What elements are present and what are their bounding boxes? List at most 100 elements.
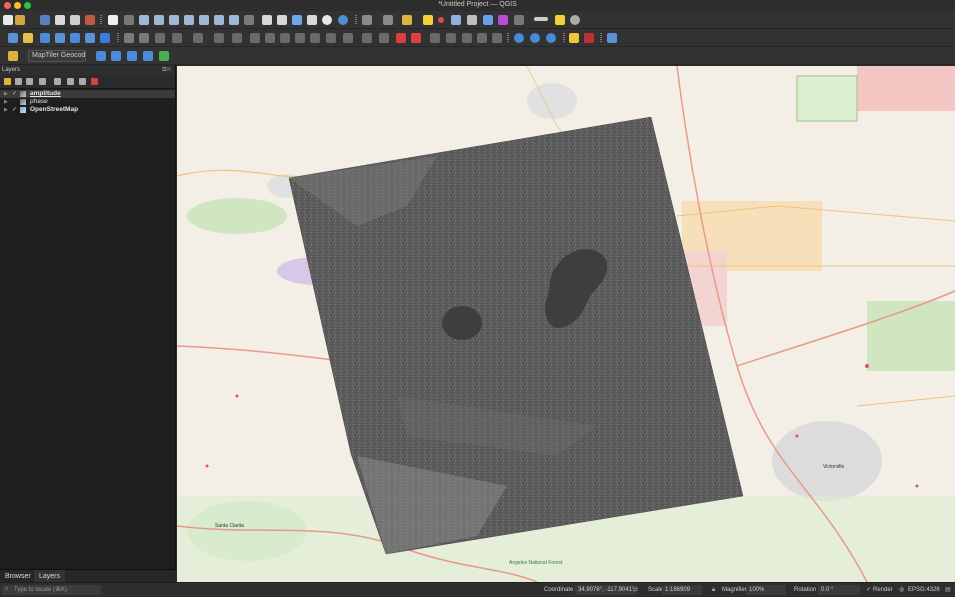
- new-project-icon[interactable]: [3, 15, 13, 25]
- new-shapefile-icon[interactable]: [40, 33, 50, 43]
- move-label-icon[interactable]: [343, 33, 353, 43]
- open-layer-styling-icon[interactable]: [4, 78, 11, 85]
- expand-arrow-icon[interactable]: ▶: [4, 106, 8, 114]
- pan-to-selection-icon[interactable]: [124, 15, 134, 25]
- layer-visibility-checkbox[interactable]: ✓: [12, 106, 17, 114]
- rotate-label-icon[interactable]: [362, 33, 372, 43]
- redo-icon[interactable]: [310, 33, 320, 43]
- zoom-last-icon[interactable]: [229, 15, 239, 25]
- filter-legend-icon[interactable]: [39, 78, 46, 85]
- field-calculator-icon[interactable]: [467, 15, 477, 25]
- zoom-next-icon[interactable]: [244, 15, 254, 25]
- zoom-full-icon[interactable]: [169, 15, 179, 25]
- current-edits-icon[interactable]: [124, 33, 134, 43]
- layer-row-amplitude[interactable]: ▶ ✓ amplitude: [0, 90, 175, 98]
- html-export-icon[interactable]: [127, 51, 137, 61]
- show-hide-labels-icon[interactable]: [411, 33, 421, 43]
- identify-icon[interactable]: [451, 15, 461, 25]
- metasearch-icon[interactable]: [546, 33, 556, 43]
- paste-features-icon[interactable]: [280, 33, 290, 43]
- rotation-field[interactable]: 0.0 °: [818, 585, 860, 595]
- remove-layer-icon[interactable]: [91, 78, 98, 85]
- save-project-icon[interactable]: [40, 15, 50, 25]
- measure-icon[interactable]: [514, 15, 524, 25]
- select-features-icon[interactable]: [402, 15, 412, 25]
- refresh-icon[interactable]: [338, 15, 348, 25]
- globe-icon[interactable]: [514, 33, 524, 43]
- deselect-icon[interactable]: [423, 15, 433, 25]
- new-map-view-icon[interactable]: [262, 15, 272, 25]
- collapse-all-icon[interactable]: [79, 78, 86, 85]
- help-icon[interactable]: [607, 33, 617, 43]
- new-3d-view-icon[interactable]: [277, 15, 287, 25]
- pan-map-icon[interactable]: [108, 15, 118, 25]
- zoom-in-icon[interactable]: [139, 15, 149, 25]
- processing-toolbox-icon[interactable]: [483, 15, 493, 25]
- kml-import-icon[interactable]: [111, 51, 121, 61]
- web-services-icon[interactable]: [530, 33, 540, 43]
- new-spatialite-icon[interactable]: [55, 33, 65, 43]
- move-diagram-icon[interactable]: [477, 33, 487, 43]
- toggle-editing-icon[interactable]: [139, 33, 149, 43]
- panel-close-icon[interactable]: ⧉✕: [162, 65, 171, 75]
- xyz-export-icon[interactable]: [143, 51, 153, 61]
- zoom-selection-icon[interactable]: [184, 15, 194, 25]
- plugin-icon[interactable]: [584, 33, 594, 43]
- crs-button[interactable]: EPSG:4326: [908, 583, 940, 597]
- label-properties-icon[interactable]: [446, 33, 456, 43]
- python-console-icon[interactable]: [569, 33, 579, 43]
- new-print-layout-icon[interactable]: [55, 15, 65, 25]
- new-geopackage-icon[interactable]: [23, 33, 33, 43]
- add-group-icon[interactable]: [15, 78, 22, 85]
- annotation-icon[interactable]: [492, 33, 502, 43]
- add-layer-icon[interactable]: [100, 33, 110, 43]
- new-virtual-layer-icon[interactable]: [70, 33, 80, 43]
- layer-row-openstreetmap[interactable]: ▶ ✓ OpenStreetMap: [0, 106, 175, 114]
- layer-row-phase[interactable]: ▶ phase: [0, 98, 175, 106]
- expand-arrow-icon[interactable]: ▶: [4, 90, 8, 98]
- messages-icon[interactable]: ▤: [945, 583, 951, 597]
- expand-all-icon[interactable]: [67, 78, 74, 85]
- modify-attributes-icon[interactable]: [214, 33, 224, 43]
- copy-features-icon[interactable]: [265, 33, 275, 43]
- bookmark-icon[interactable]: [292, 15, 302, 25]
- locator-search-input[interactable]: Type to locate (⌘K): [2, 585, 101, 595]
- map-export-icon[interactable]: [159, 51, 169, 61]
- map-tips-icon[interactable]: [555, 15, 565, 25]
- zoom-native-icon[interactable]: [214, 15, 224, 25]
- zoom-out-icon[interactable]: [154, 15, 164, 25]
- coordinate-field[interactable]: 34.9078°, -117.9041°: [575, 585, 638, 595]
- kml-export-icon[interactable]: [96, 51, 106, 61]
- locate-icon[interactable]: [570, 15, 580, 25]
- geocoder-icon[interactable]: [8, 51, 18, 61]
- open-project-icon[interactable]: [15, 15, 25, 25]
- delete-selected-icon[interactable]: [232, 33, 242, 43]
- geocoder-search-field[interactable]: MapTiler Geocodi...: [28, 50, 86, 62]
- filter-expression-icon[interactable]: [54, 78, 61, 85]
- render-checkbox[interactable]: ✓: [866, 583, 871, 597]
- open-attribute-table-icon[interactable]: [383, 15, 393, 25]
- show-bookmarks-icon[interactable]: [307, 15, 317, 25]
- style-manager-icon[interactable]: [85, 15, 95, 25]
- data-source-manager-icon[interactable]: [8, 33, 18, 43]
- scale-field[interactable]: 1:186909: [662, 585, 702, 595]
- lock-scale-icon[interactable]: 🔒︎: [712, 583, 715, 597]
- magnifier-field[interactable]: 100%: [746, 585, 786, 595]
- expand-arrow-icon[interactable]: ▶: [4, 98, 8, 106]
- vertex-tool-icon[interactable]: [193, 33, 203, 43]
- record-icon[interactable]: [438, 17, 444, 23]
- statistical-summary-icon[interactable]: [498, 15, 508, 25]
- highlight-pinned-icon[interactable]: [430, 33, 440, 43]
- crs-globe-icon[interactable]: ◍: [899, 583, 904, 597]
- identify-features-icon[interactable]: [362, 15, 372, 25]
- digitize-icon[interactable]: [172, 33, 182, 43]
- manage-visibility-icon[interactable]: [26, 78, 33, 85]
- map-canvas[interactable]: Santa Clarita Victorville Angeles Nation…: [177, 66, 955, 582]
- new-temporary-layer-icon[interactable]: [85, 33, 95, 43]
- measure-line-icon[interactable]: [534, 17, 548, 21]
- pin-labels-icon[interactable]: [396, 33, 406, 43]
- diagram-tool-icon[interactable]: [462, 33, 472, 43]
- zoom-layer-icon[interactable]: [199, 15, 209, 25]
- temporal-controller-icon[interactable]: [322, 15, 332, 25]
- label-tool-icon[interactable]: [326, 33, 336, 43]
